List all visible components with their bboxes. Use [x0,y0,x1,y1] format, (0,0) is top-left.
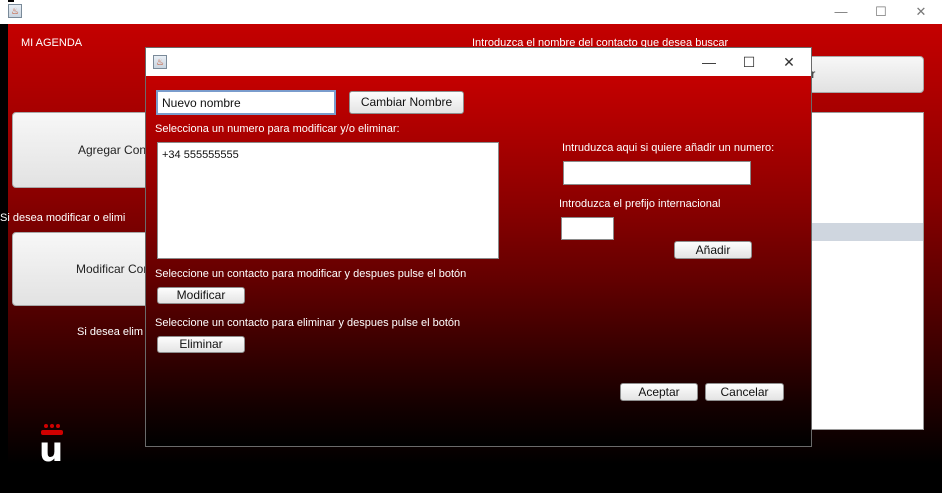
add-number-input[interactable] [563,161,751,185]
modify-hint: Seleccione un contacto para modificar y … [155,268,467,280]
cancelar-button[interactable]: Cancelar [705,383,784,401]
select-number-label: Selecciona un numero para modificar y/o … [155,123,400,135]
eliminar-button[interactable]: Eliminar [157,336,245,353]
anadir-button[interactable]: Añadir [674,241,752,259]
prefix-label: Introduzca el prefijo internacional [559,198,721,210]
cambiar-nombre-button[interactable]: Cambiar Nombre [349,91,464,114]
number-list-item[interactable]: +34 555555555 [162,149,239,161]
dialog-java-icon: ♨ [153,55,167,69]
logo-dot [56,424,60,428]
modificar-contacto-button[interactable]: Modificar Con [12,232,162,306]
logo-dot [44,424,48,428]
university-logo: u [38,424,68,474]
eliminar-label: Eliminar [179,337,223,351]
dialog-titlebar: ♨ — ☐ ✕ [146,48,811,76]
main-titlebar: ♨ — ☐ ✕ [0,0,942,24]
number-list[interactable]: +34 555555555 [157,142,499,259]
left-edge [0,24,8,493]
main-close-button[interactable]: ✕ [906,0,936,24]
title-edge [8,0,14,2]
delete-prompt: Si desea elim [77,326,144,338]
new-name-input[interactable] [156,90,336,115]
modify-prompt: Si desea modificar o elimi [0,212,126,224]
main-minimize-button[interactable]: — [826,0,856,24]
modificar-contacto-label: Modificar Con [76,262,151,276]
prefix-input[interactable] [561,217,614,240]
edit-contact-dialog: ♨ — ☐ ✕ Cambiar Nombre Selecciona un num… [145,47,812,447]
main-maximize-button[interactable]: ☐ [866,0,896,24]
agenda-title: MI AGENDA [21,37,83,49]
aceptar-label: Aceptar [638,385,680,399]
anadir-label: Añadir [695,243,731,257]
agregar-label: Agregar Cont [78,143,150,157]
aceptar-button[interactable]: Aceptar [620,383,698,401]
dialog-maximize-button[interactable]: ☐ [729,48,769,76]
delete-hint: Seleccione un contacto para eliminar y d… [155,317,461,329]
dialog-body: Cambiar Nombre Selecciona un numero para… [146,76,811,446]
dialog-minimize-button[interactable]: — [689,48,729,76]
logo-dot [50,424,54,428]
dialog-close-button[interactable]: ✕ [769,48,809,76]
cambiar-nombre-label: Cambiar Nombre [360,95,453,109]
modificar-label: Modificar [176,288,226,302]
modificar-button[interactable]: Modificar [157,287,245,304]
logo-letter: u [39,430,64,470]
add-number-label: Intruduzca aqui si quiere añadir un nume… [562,142,775,154]
java-app-icon: ♨ [8,4,22,18]
cancelar-label: Cancelar [720,385,769,399]
agregar-contacto-button[interactable]: Agregar Cont [12,112,162,188]
